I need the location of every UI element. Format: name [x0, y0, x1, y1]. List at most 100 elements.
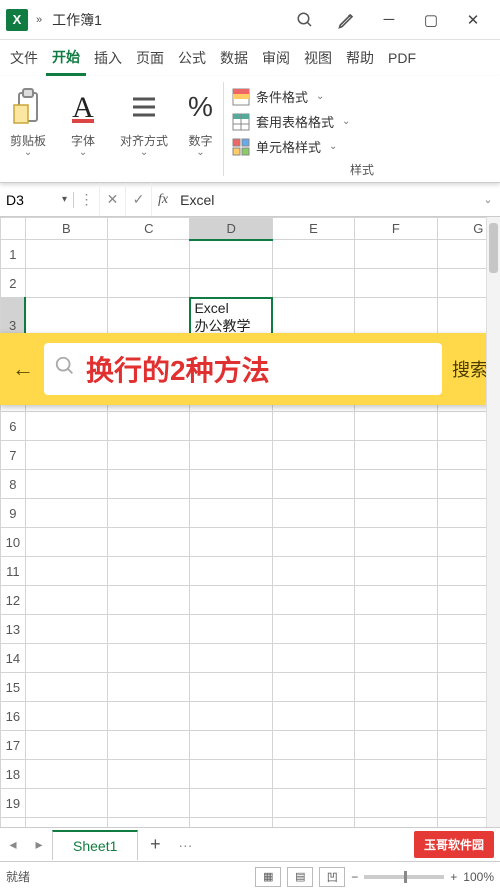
row-header-2[interactable]: 2	[1, 269, 26, 298]
ribbon-group-clipboard[interactable]: 剪贴板 ⌄	[0, 76, 56, 182]
conditional-format-label: 条件格式	[256, 87, 308, 106]
close-button[interactable]: ✕	[452, 0, 494, 40]
tab-data[interactable]: 数据	[214, 42, 254, 74]
ribbon: 剪贴板 ⌄ A 字体 ⌄ 对齐方式 ⌄ % 数字 ⌄ 条件格式⌄ 套用表格格式⌄…	[0, 76, 500, 183]
tab-help[interactable]: 帮助	[340, 42, 380, 74]
styles-group-label: 样式	[230, 159, 494, 178]
workbook-title: 工作簿1	[52, 10, 102, 30]
search-button[interactable]	[284, 0, 326, 40]
ribbon-group-styles: 条件格式⌄ 套用表格格式⌄ 单元格样式⌄ 样式	[224, 76, 500, 182]
overlay-search-banner: ← 换行的2种方法 搜索	[0, 333, 500, 405]
cell-d3-line1: Excel	[194, 300, 228, 316]
ribbon-group-font[interactable]: A 字体 ⌄	[56, 76, 110, 182]
cell-styles-label: 单元格样式	[256, 137, 321, 156]
row-header-19[interactable]: 19	[1, 789, 26, 818]
tab-review[interactable]: 审阅	[256, 42, 296, 74]
ribbon-tabs: 文件 开始 插入 页面 公式 数据 审阅 视图 帮助 PDF	[0, 40, 500, 76]
col-header-b[interactable]: B	[25, 218, 107, 240]
tab-file[interactable]: 文件	[4, 42, 44, 74]
row-header-17[interactable]: 17	[1, 731, 26, 760]
name-box[interactable]: D3 ▾	[0, 192, 74, 208]
vertical-scrollbar[interactable]	[486, 217, 500, 827]
formula-bar: D3 ▾ ⋮ ✕ ✓ fx Excel ⌄	[0, 183, 500, 217]
sheet-tab-1[interactable]: Sheet1	[52, 830, 138, 860]
cell-styles-button[interactable]: 单元格样式⌄	[230, 134, 494, 159]
zoom-out-button[interactable]: −	[351, 870, 358, 884]
tab-home[interactable]: 开始	[46, 41, 86, 76]
alignment-icon	[127, 84, 161, 130]
name-box-value: D3	[6, 192, 24, 208]
row-header-11[interactable]: 11	[1, 557, 26, 586]
tab-formula[interactable]: 公式	[172, 42, 212, 74]
excel-app-icon: X	[6, 9, 28, 31]
minimize-button[interactable]: ─	[368, 0, 410, 40]
spreadsheet-grid[interactable]: B C D E F G 1 2 3 Excel 办公教学 4 5 6 7 8 9…	[0, 217, 500, 827]
row-header-14[interactable]: 14	[1, 644, 26, 673]
row-header-7[interactable]: 7	[1, 441, 26, 470]
table-format-label: 套用表格格式	[256, 112, 334, 131]
row-header-12[interactable]: 12	[1, 586, 26, 615]
title-bar: X » 工作簿1 ─ ▢ ✕	[0, 0, 500, 40]
row-header-8[interactable]: 8	[1, 470, 26, 499]
zoom-slider[interactable]	[364, 875, 444, 879]
formula-more-icon[interactable]: ⋮	[74, 183, 100, 216]
row-header-15[interactable]: 15	[1, 673, 26, 702]
watermark-badge: 玉哥软件园	[412, 829, 496, 860]
font-icon: A	[66, 84, 100, 130]
status-bar: 就绪 ▦ ▤ 凹 − + 100%	[0, 861, 500, 889]
sheet-add-button[interactable]: +	[138, 834, 172, 855]
row-header-6[interactable]: 6	[1, 412, 26, 441]
formula-confirm-icon[interactable]: ✓	[126, 183, 152, 216]
row-header-18[interactable]: 18	[1, 760, 26, 789]
overlay-search-box[interactable]: 换行的2种方法	[44, 343, 442, 395]
ribbon-group-number[interactable]: % 数字 ⌄	[178, 76, 223, 182]
overlay-search-text: 换行的2种方法	[86, 349, 432, 389]
row-header-16[interactable]: 16	[1, 702, 26, 731]
fx-label[interactable]: fx	[152, 192, 174, 208]
scrollbar-thumb[interactable]	[489, 223, 498, 273]
select-all-corner[interactable]	[1, 218, 26, 240]
clipboard-icon	[11, 84, 45, 130]
formula-expand-icon[interactable]: ⌄	[476, 193, 500, 206]
font-dropdown-icon[interactable]: ⌄	[79, 149, 87, 157]
pen-button[interactable]	[326, 0, 368, 40]
conditional-format-button[interactable]: 条件格式⌄	[230, 84, 494, 109]
tab-insert[interactable]: 插入	[88, 42, 128, 74]
formula-cancel-icon[interactable]: ✕	[100, 183, 126, 216]
clipboard-dropdown-icon[interactable]: ⌄	[24, 149, 32, 157]
sheet-tab-bar: ◂ ▸ Sheet1 + ··· 玉哥软件园	[0, 827, 500, 861]
row-header-10[interactable]: 10	[1, 528, 26, 557]
cell-d3-line2: 办公教学	[194, 318, 250, 334]
zoom-value: 100%	[463, 870, 494, 884]
overlay-back-icon[interactable]: ←	[8, 356, 38, 382]
sheet-nav-prev[interactable]: ◂	[0, 836, 26, 853]
sheet-more-button[interactable]: ···	[172, 837, 198, 853]
tab-pdf[interactable]: PDF	[382, 44, 422, 72]
ribbon-group-alignment[interactable]: 对齐方式 ⌄	[110, 76, 178, 182]
maximize-button[interactable]: ▢	[410, 0, 452, 40]
view-break-button[interactable]: 凹	[319, 867, 345, 887]
view-normal-button[interactable]: ▦	[255, 867, 281, 887]
sheet-nav-next[interactable]: ▸	[26, 836, 52, 853]
row-header-13[interactable]: 13	[1, 615, 26, 644]
view-page-button[interactable]: ▤	[287, 867, 313, 887]
row-header-20[interactable]: 20	[1, 818, 26, 828]
row-header-9[interactable]: 9	[1, 499, 26, 528]
col-header-d[interactable]: D	[190, 218, 272, 240]
tab-view[interactable]: 视图	[298, 42, 338, 74]
table-format-button[interactable]: 套用表格格式⌄	[230, 109, 494, 134]
col-header-f[interactable]: F	[355, 218, 437, 240]
row-header-1[interactable]: 1	[1, 240, 26, 269]
status-ready-label: 就绪	[6, 868, 30, 885]
formula-input[interactable]: Excel	[174, 192, 476, 208]
tab-page[interactable]: 页面	[130, 42, 170, 74]
col-header-e[interactable]: E	[272, 218, 354, 240]
overlay-search-icon	[54, 355, 76, 383]
col-header-c[interactable]: C	[108, 218, 190, 240]
number-dropdown-icon[interactable]: ⌄	[196, 149, 204, 157]
quick-access-expand[interactable]: »	[36, 14, 42, 26]
name-box-dropdown-icon[interactable]: ▾	[62, 194, 67, 205]
alignment-dropdown-icon[interactable]: ⌄	[140, 149, 148, 157]
number-icon: %	[188, 84, 213, 130]
zoom-in-button[interactable]: +	[450, 870, 457, 884]
